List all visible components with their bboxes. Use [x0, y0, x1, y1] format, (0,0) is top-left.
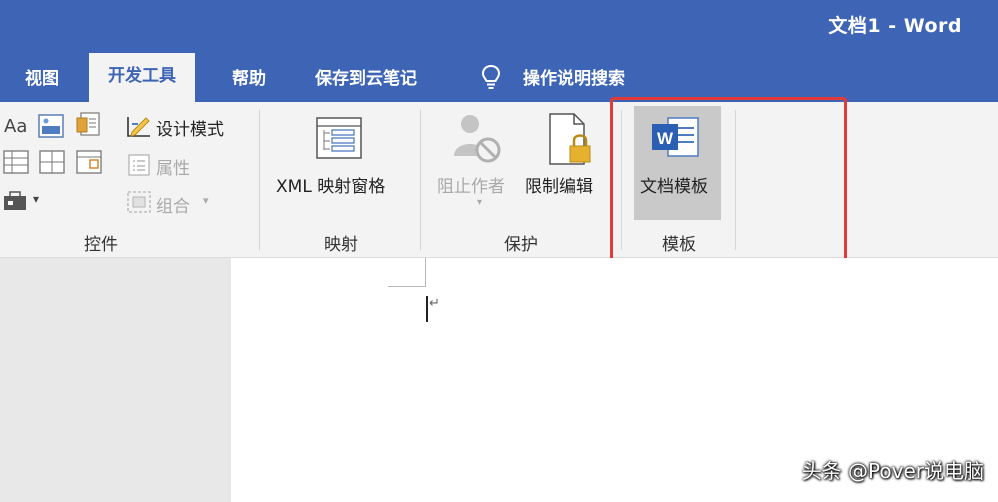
controls-group-label: 控件 — [84, 235, 118, 255]
ribbon-separator — [420, 110, 421, 250]
tab-developer[interactable]: 开发工具 — [89, 53, 195, 102]
ribbon: Aa ▾ 设计模式 属性 组合 ▾ 控件 XML 映射窗格 映射 阻止作者 ▾ … — [0, 102, 998, 258]
block-authors-dropdown-icon[interactable]: ▾ — [477, 197, 482, 208]
properties-label[interactable]: 属性 — [156, 154, 190, 179]
block-authors-icon[interactable] — [450, 112, 502, 164]
watermark: 头条 @Pover说电脑 — [801, 459, 984, 483]
window-title: 文档1 - Word — [828, 15, 962, 37]
tab-help[interactable]: 帮助 — [232, 64, 266, 89]
page-margin-corner — [425, 258, 426, 286]
paragraph-mark-icon: ↵ — [429, 296, 440, 311]
date-picker-control-icon[interactable] — [76, 150, 102, 174]
design-mode-label[interactable]: 设计模式 — [156, 115, 224, 140]
restrict-editing-icon[interactable] — [546, 112, 594, 168]
navigation-pane — [0, 258, 231, 502]
legacy-tools-dropdown-icon[interactable]: ▾ — [33, 192, 39, 206]
properties-icon[interactable] — [128, 154, 150, 176]
group-dropdown-icon[interactable]: ▾ — [203, 194, 209, 207]
building-block-icon[interactable] — [76, 112, 100, 138]
restrict-editing-label[interactable]: 限制编辑 — [525, 172, 593, 197]
tab-save-cloud-notes[interactable]: 保存到云笔记 — [315, 64, 417, 89]
tab-tell-me-search[interactable]: 操作说明搜索 — [523, 64, 625, 89]
text-cursor — [426, 296, 428, 322]
rich-text-control-icon[interactable]: Aa — [4, 116, 27, 137]
legacy-tools-icon[interactable] — [3, 190, 27, 212]
ribbon-separator — [259, 110, 260, 250]
xml-mapping-pane-label[interactable]: XML 映射窗格 — [276, 172, 385, 197]
protect-group-label: 保护 — [504, 235, 538, 255]
block-authors-label[interactable]: 阻止作者 — [437, 172, 505, 197]
checkbox-control-icon[interactable] — [3, 150, 29, 174]
page-margin-corner — [388, 286, 426, 287]
picture-control-icon[interactable] — [38, 114, 64, 138]
design-mode-icon[interactable] — [126, 114, 152, 138]
lightbulb-icon — [481, 64, 501, 89]
mapping-group-label: 映射 — [324, 235, 358, 255]
tab-view[interactable]: 视图 — [25, 64, 59, 89]
xml-mapping-icon[interactable] — [315, 116, 363, 160]
group-icon[interactable] — [126, 190, 152, 214]
group-label[interactable]: 组合 — [156, 192, 190, 217]
combo-box-control-icon[interactable] — [39, 150, 65, 174]
